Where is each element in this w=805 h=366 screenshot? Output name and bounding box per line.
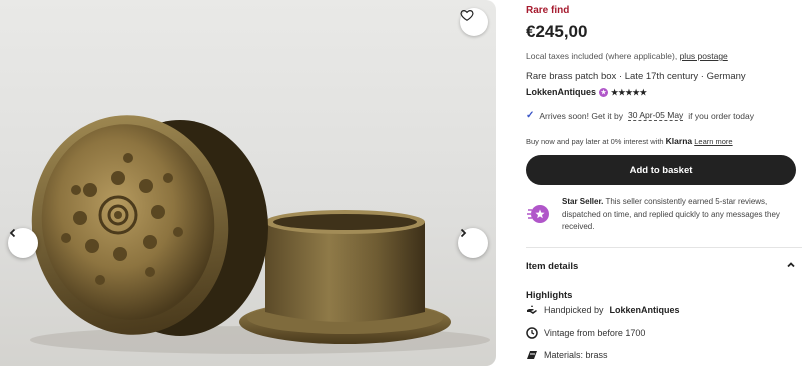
shop-name-link[interactable]: LokkenAntiques (526, 87, 596, 97)
star-seller-info: Star Seller. This seller consistently ea… (526, 196, 802, 234)
shop-info: LokkenAntiques ★ ★★★★★ (526, 87, 647, 97)
hand-icon (526, 304, 538, 316)
shipping-estimate: ✓ Arrives soon! Get it by 30 Apr-05 May … (526, 110, 754, 121)
klarna-brand: Klarna (665, 136, 693, 146)
item-details-label: Item details (526, 260, 579, 272)
product-image-gallery[interactable] (0, 0, 496, 366)
shipping-suffix: if you order today (688, 110, 754, 121)
shipping-dates[interactable]: 30 Apr-05 May (628, 110, 684, 121)
taxes-note: Local taxes included (where applicable),… (526, 51, 728, 61)
rare-find-tag: Rare find (526, 5, 570, 16)
klarna-text: Buy now and pay later at 0% interest wit… (526, 137, 664, 146)
highlight-item: Vintage from before 1700 (526, 327, 645, 339)
shipping-prefix: Arrives soon! Get it by (539, 110, 624, 121)
highlight-text: Materials: brass (544, 350, 608, 360)
highlights-title: Highlights (526, 290, 573, 301)
postage-link[interactable]: plus postage (680, 51, 728, 61)
highlight-text: Handpicked by (544, 305, 604, 315)
previous-image-button[interactable] (8, 228, 38, 258)
star-seller-icon (526, 200, 554, 228)
star-seller-label: Star Seller. (562, 197, 604, 206)
next-image-button[interactable] (458, 228, 488, 258)
highlight-shop-link[interactable]: LokkenAntiques (610, 305, 680, 315)
favorite-button[interactable] (460, 8, 488, 36)
price: €245,00 (526, 22, 588, 41)
clock-icon (526, 327, 538, 339)
item-details-toggle[interactable]: Item details (526, 260, 796, 272)
listing-info-panel: Rare find €245,00 Local taxes included (… (526, 0, 802, 366)
klarna-note: Buy now and pay later at 0% interest wit… (526, 136, 733, 146)
checkmark-icon: ✓ (526, 110, 535, 121)
divider (526, 247, 802, 248)
highlight-item: Handpicked by LokkenAntiques (526, 304, 680, 316)
highlight-text: Vintage from before 1700 (544, 328, 646, 338)
star-seller-description: Star Seller. This seller consistently ea… (562, 196, 802, 234)
star-seller-badge-icon: ★ (599, 87, 609, 97)
add-to-basket-button[interactable]: Add to basket (526, 155, 796, 185)
listing-title: Rare brass patch box · Late 17th century… (526, 71, 746, 82)
chevron-up-icon (786, 260, 796, 272)
klarna-learn-more-link[interactable]: Learn more (694, 137, 732, 146)
highlight-item: Materials: brass (526, 349, 608, 361)
taxes-text: Local taxes included (where applicable), (526, 51, 678, 61)
rating-stars[interactable]: ★★★★★ (611, 88, 647, 97)
product-photo (30, 115, 490, 354)
materials-icon (526, 349, 538, 361)
